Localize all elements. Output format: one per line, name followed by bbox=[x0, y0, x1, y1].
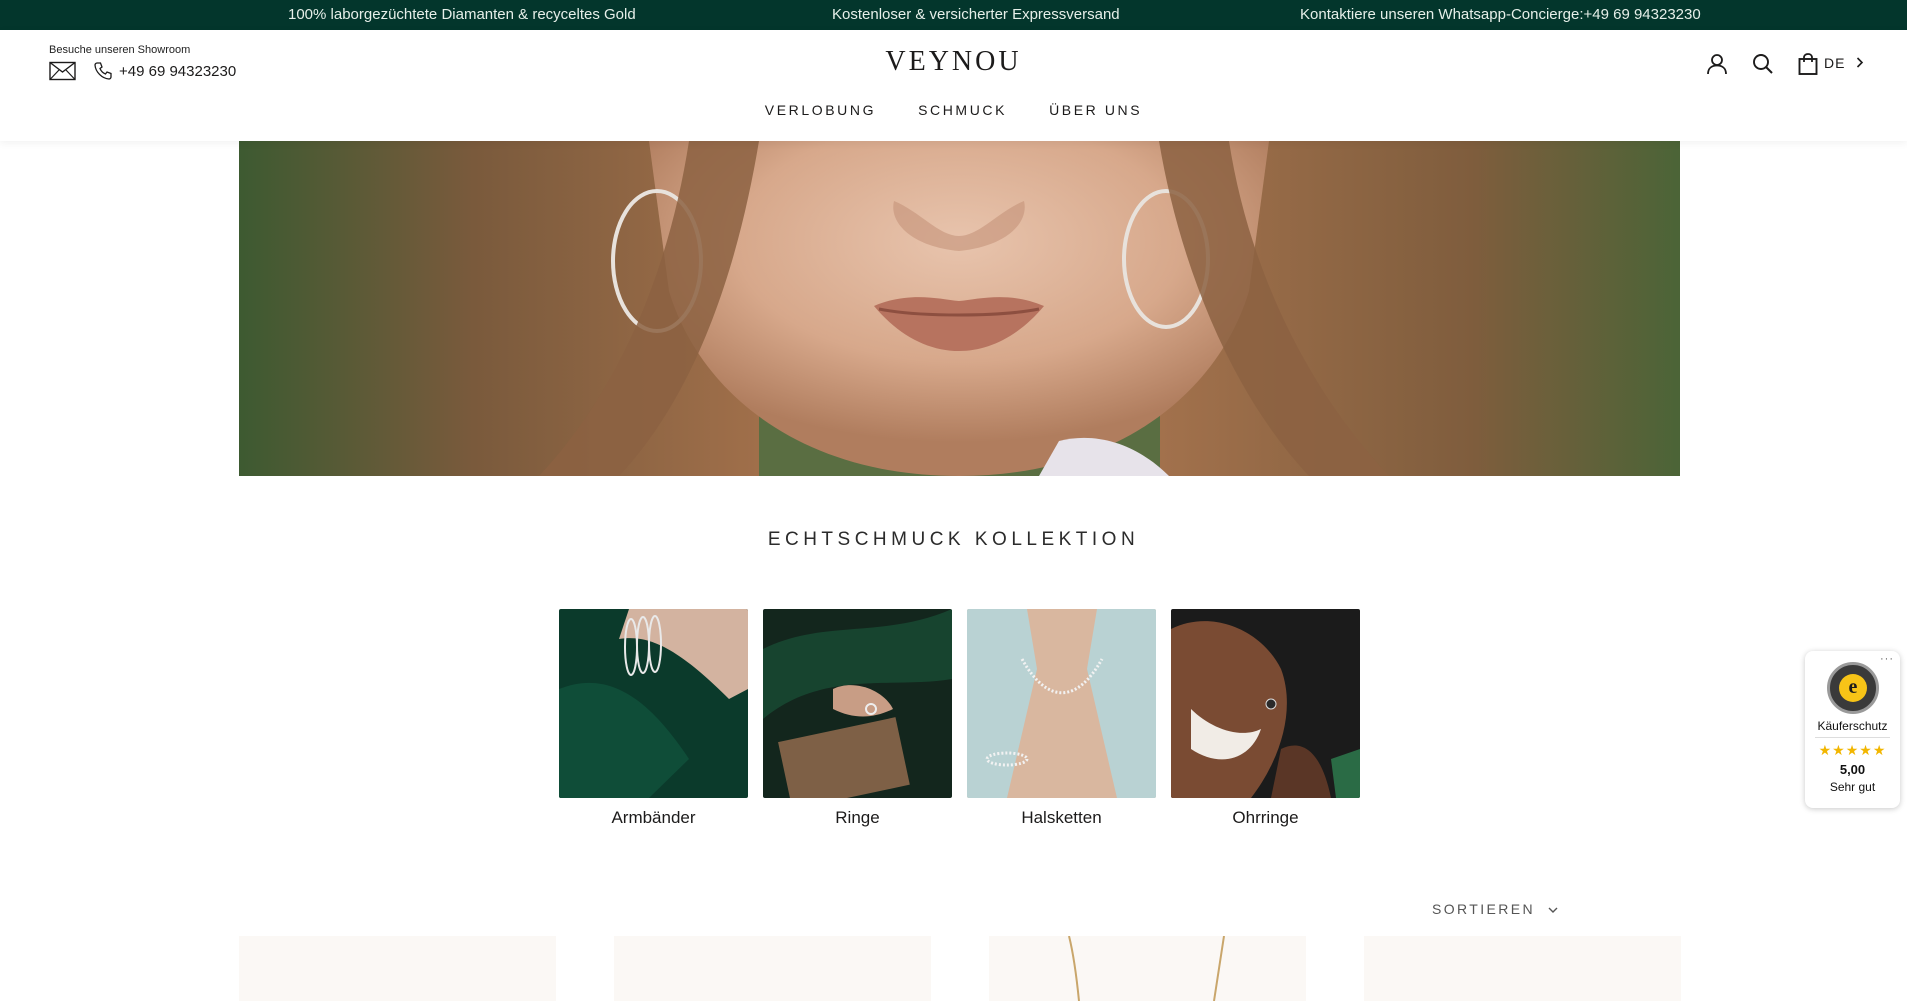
nav-item-ueber-uns[interactable]: ÜBER UNS bbox=[1049, 102, 1142, 118]
user-icon[interactable] bbox=[1705, 52, 1729, 76]
product-card[interactable] bbox=[1364, 936, 1681, 1001]
main-nav: VERLOBUNG SCHMUCK ÜBER UNS bbox=[0, 102, 1907, 118]
announcement-lab-diamonds: 100% laborgezüchtete Diamanten & recycel… bbox=[288, 6, 636, 23]
category-ohrringe[interactable]: Ohrringe bbox=[1171, 609, 1360, 828]
category-ringe[interactable]: Ringe bbox=[763, 609, 952, 828]
trusted-shops-title: Käuferschutz bbox=[1817, 719, 1888, 733]
hero-image bbox=[239, 141, 1680, 476]
necklace-product-image bbox=[1068, 935, 1225, 1001]
trusted-shops-badge[interactable]: ··· e Käuferschutz ★★★★★ 5,00 Sehr gut bbox=[1805, 651, 1900, 808]
category-image[interactable] bbox=[1171, 609, 1360, 798]
category-label: Halsketten bbox=[1021, 808, 1102, 827]
category-image[interactable] bbox=[763, 609, 952, 798]
announcement-shipping: Kostenloser & versicherter Expressversan… bbox=[832, 6, 1120, 23]
trusted-shops-seal-icon: e bbox=[1827, 662, 1879, 714]
announcement-whatsapp[interactable]: Kontaktiere unseren Whatsapp-Concierge:+… bbox=[1300, 6, 1701, 23]
sort-label: SORTIEREN bbox=[1432, 901, 1536, 917]
category-image[interactable] bbox=[967, 609, 1156, 798]
shopping-bag-icon[interactable] bbox=[1796, 52, 1820, 76]
product-card[interactable] bbox=[239, 936, 556, 1001]
rating-score: 5,00 bbox=[1839, 762, 1866, 777]
category-armbaender[interactable]: Armbänder bbox=[559, 609, 748, 828]
language-selector[interactable]: DE bbox=[1824, 55, 1864, 71]
nav-item-verlobung[interactable]: VERLOBUNG bbox=[765, 102, 876, 118]
category-halsketten[interactable]: Halsketten bbox=[967, 609, 1156, 828]
collection-title: ECHTSCHMUCK KOLLEKTION bbox=[767, 529, 1140, 550]
more-options-icon[interactable]: ··· bbox=[1880, 653, 1894, 665]
category-label: Ringe bbox=[835, 808, 880, 827]
rating-grade: Sehr gut bbox=[1829, 780, 1876, 794]
search-icon[interactable] bbox=[1751, 52, 1775, 76]
product-card[interactable] bbox=[614, 936, 931, 1001]
category-label: Armbänder bbox=[611, 808, 696, 827]
category-label: Ohrringe bbox=[1232, 808, 1299, 827]
nav-item-schmuck[interactable]: SCHMUCK bbox=[918, 102, 1007, 118]
product-card[interactable] bbox=[989, 935, 1306, 1001]
site-header: Besuche unseren Showroom +49 69 94323230… bbox=[0, 30, 1907, 141]
language-code: DE bbox=[1824, 55, 1846, 71]
sort-dropdown[interactable]: SORTIEREN bbox=[1432, 901, 1558, 917]
announcement-bar: 100% laborgezüchtete Diamanten & recycel… bbox=[0, 0, 1907, 30]
hero-illustration bbox=[239, 141, 1680, 476]
brand-logo[interactable]: VEYNOU bbox=[0, 46, 1907, 78]
chevron-right-icon bbox=[1856, 55, 1864, 71]
rating-stars: ★★★★★ bbox=[1818, 742, 1887, 758]
category-image[interactable] bbox=[559, 609, 748, 798]
divider bbox=[1815, 737, 1890, 738]
chevron-down-icon bbox=[1543, 906, 1558, 917]
